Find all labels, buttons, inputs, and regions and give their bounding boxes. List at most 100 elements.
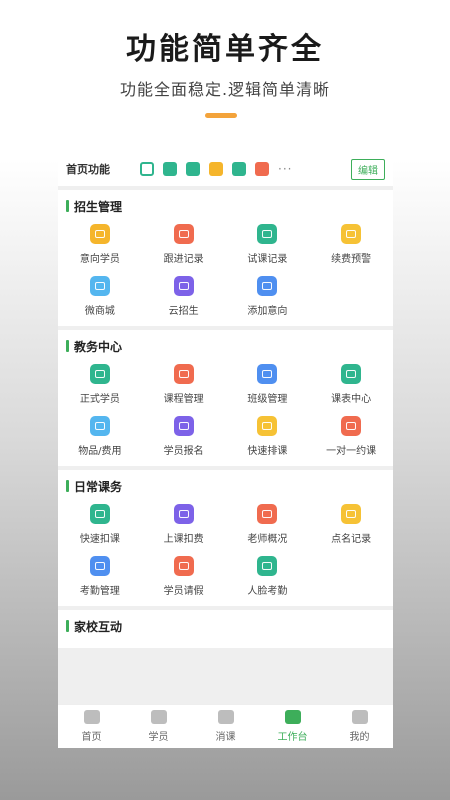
icon-glyph xyxy=(178,562,189,570)
followup-clock-icon xyxy=(173,224,194,244)
function-label: 点名记录 xyxy=(331,534,372,545)
class-icon xyxy=(257,364,278,384)
function-item[interactable]: 添加意向 xyxy=(226,274,310,320)
trial-class-icon xyxy=(257,224,278,244)
tab-home[interactable]: 首页 xyxy=(58,705,125,748)
function-item[interactable]: 课程管理 xyxy=(142,362,226,408)
add-intent-icon xyxy=(257,276,278,296)
doc-icon[interactable] xyxy=(163,162,177,176)
function-label: 添加意向 xyxy=(247,306,288,317)
function-label: 微商城 xyxy=(84,306,115,317)
schedule-icon xyxy=(341,364,362,384)
function-label: 快速排课 xyxy=(247,446,288,457)
one-on-one-icon xyxy=(341,416,362,436)
section-title: 日常课务 xyxy=(74,479,123,494)
icon-glyph xyxy=(262,562,273,570)
function-item[interactable]: 试课记录 xyxy=(226,222,310,268)
function-item[interactable]: 人脸考勤 xyxy=(226,554,310,600)
icon-glyph xyxy=(94,282,105,290)
function-item[interactable]: 考勤管理 xyxy=(58,554,142,600)
leave-icon xyxy=(173,556,194,576)
function-item[interactable]: 正式学员 xyxy=(58,362,142,408)
intent-student-icon xyxy=(89,224,110,244)
icon-glyph xyxy=(178,282,189,290)
function-label: 意向学员 xyxy=(79,254,120,265)
function-item[interactable]: 微商城 xyxy=(58,274,142,320)
tab-student-tab[interactable]: 学员 xyxy=(125,705,192,748)
alarm-icon[interactable] xyxy=(255,162,269,176)
section-accent-bar xyxy=(66,480,69,492)
quick-schedule-icon xyxy=(257,416,278,436)
function-item[interactable]: 物品/费用 xyxy=(58,414,142,460)
tab-label: 我的 xyxy=(349,732,370,743)
function-item[interactable]: 老师概况 xyxy=(226,502,310,548)
edit-button[interactable]: 编辑 xyxy=(351,158,385,180)
function-item[interactable]: 快速扣课 xyxy=(58,502,142,548)
tab-workbench[interactable]: 工作台 xyxy=(259,705,326,748)
function-label: 一对一约课 xyxy=(326,446,377,457)
mail-icon[interactable] xyxy=(186,162,200,176)
function-label: 物品/费用 xyxy=(78,446,122,457)
function-label: 正式学员 xyxy=(79,394,120,405)
function-item[interactable]: 课表中心 xyxy=(309,362,393,408)
user-icon[interactable] xyxy=(209,162,223,176)
function-label: 考勤管理 xyxy=(79,586,120,597)
quick-deduct-icon xyxy=(89,504,110,524)
hero-subtitle: 功能全面稳定.逻辑简单清晰 xyxy=(119,80,331,99)
function-item[interactable]: 快速排课 xyxy=(226,414,310,460)
section-header: 日常课务 xyxy=(58,470,393,502)
course-icon xyxy=(173,364,194,384)
icon-glyph xyxy=(346,370,357,378)
profile-icon xyxy=(351,710,368,724)
tab-label: 工作台 xyxy=(277,732,308,743)
function-label: 老师概况 xyxy=(247,534,288,545)
function-item[interactable]: 学员报名 xyxy=(142,414,226,460)
function-label: 班级管理 xyxy=(247,394,288,405)
icon-glyph xyxy=(178,230,189,238)
section-2: 教务中心 正式学员 课程管理 班级管理 课表中心 物品/费用 学员报名 快速排课 一对一约课 xyxy=(58,330,393,466)
icon-glyph xyxy=(178,422,189,430)
card-icon[interactable] xyxy=(232,162,246,176)
more-icon[interactable]: ··· xyxy=(278,162,292,176)
function-grid: 正式学员 课程管理 班级管理 课表中心物品/费用 学员报名 快速排课 一对一约课 xyxy=(58,362,393,460)
function-item[interactable]: 续费预警 xyxy=(309,222,393,268)
qrcode-icon[interactable] xyxy=(140,162,154,176)
function-label: 学员请假 xyxy=(163,586,204,597)
tab-layers[interactable]: 消课 xyxy=(192,705,259,748)
icon-glyph xyxy=(94,370,105,378)
function-label: 学员报名 xyxy=(163,446,204,457)
icon-glyph xyxy=(262,422,273,430)
function-item[interactable]: 云招生 xyxy=(142,274,226,320)
function-item[interactable]: 一对一约课 xyxy=(309,414,393,460)
tab-label: 首页 xyxy=(81,732,102,743)
layers-icon xyxy=(217,710,234,724)
section-4: 家校互动 xyxy=(58,610,393,648)
function-grid: 快速扣课 上课扣费 老师概况 点名记录考勤管理 学员请假 人脸考勤 xyxy=(58,502,393,600)
icon-glyph xyxy=(94,562,105,570)
student-tab-icon xyxy=(150,710,167,724)
icon-glyph xyxy=(346,510,357,518)
home-icon xyxy=(83,710,100,724)
function-item[interactable]: 班级管理 xyxy=(226,362,310,408)
student-icon xyxy=(89,364,110,384)
function-grid: 意向学员 跟进记录 试课记录 续费预警微商城 云招生 添加意向 xyxy=(58,222,393,320)
icon-glyph xyxy=(94,510,105,518)
section-header: 家校互动 xyxy=(58,610,393,642)
icon-glyph xyxy=(262,230,273,238)
shortcut-icons: ··· xyxy=(140,162,351,176)
attendance-icon xyxy=(89,556,110,576)
tab-profile[interactable]: 我的 xyxy=(326,705,393,748)
function-item[interactable]: 上课扣费 xyxy=(142,502,226,548)
function-item[interactable]: 跟进记录 xyxy=(142,222,226,268)
function-item[interactable]: 意向学员 xyxy=(58,222,142,268)
home-functions-title: 首页功能 xyxy=(66,163,110,176)
class-fee-icon xyxy=(173,504,194,524)
function-item[interactable]: 点名记录 xyxy=(309,502,393,548)
shop-icon xyxy=(89,276,110,296)
phone-screen: 首页功能 ··· 编辑 招生管理意向学员 跟进记录 试课记录 续费预警微商城 云招生 添加… xyxy=(58,152,393,748)
section-accent-bar xyxy=(66,620,69,632)
function-label: 试课记录 xyxy=(247,254,288,265)
function-item[interactable]: 学员请假 xyxy=(142,554,226,600)
workbench-icon xyxy=(284,710,301,724)
section-header: 招生管理 xyxy=(58,190,393,222)
